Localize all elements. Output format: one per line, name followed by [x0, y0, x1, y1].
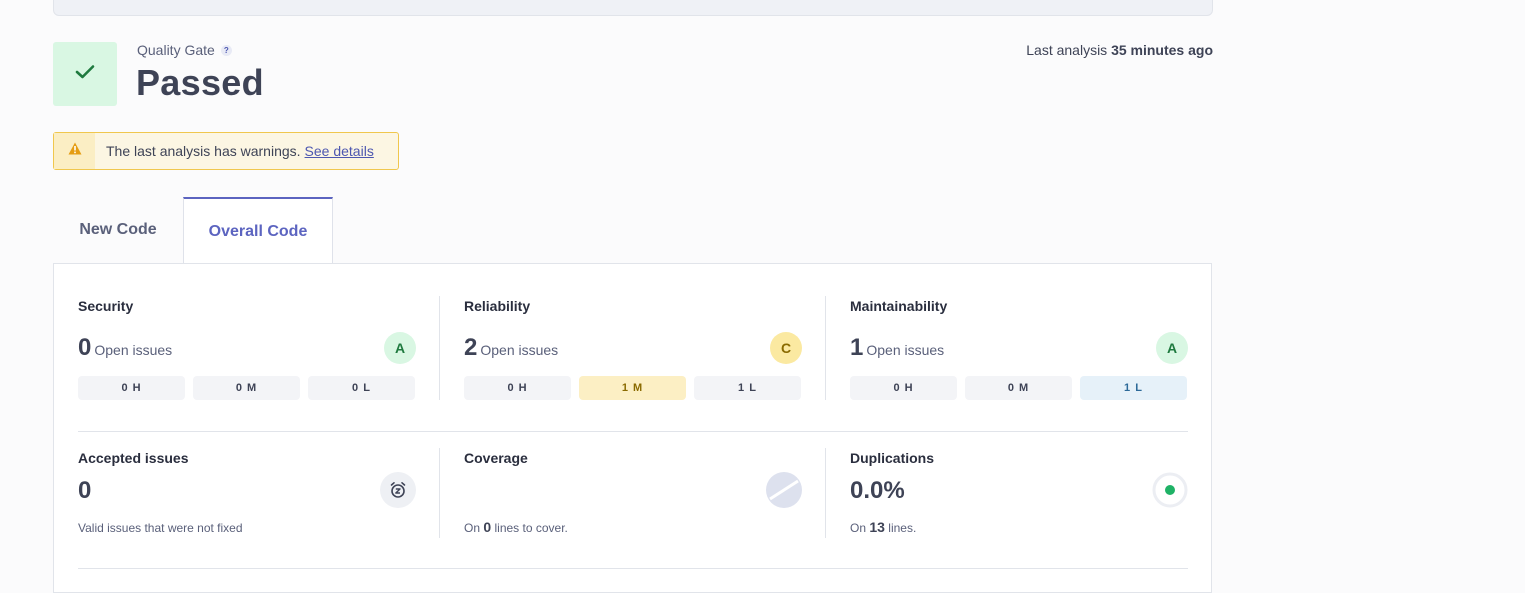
divider [825, 296, 826, 400]
duplications-note: On 13 lines. [850, 519, 916, 535]
reliability-low-chip[interactable]: 1 L [694, 376, 801, 400]
maintainability-rating-badge[interactable]: A [1156, 332, 1188, 364]
duplication-dot-icon [1152, 472, 1188, 508]
maintainability-title: Maintainability [850, 298, 948, 314]
alarm-clock-icon [380, 472, 416, 508]
warning-triangle-icon [68, 142, 82, 160]
reliability-count-label: Open issues [480, 342, 559, 358]
row-divider [78, 568, 1188, 569]
no-coverage-icon [766, 472, 802, 508]
coverage-note: On 0 lines to cover. [464, 519, 568, 535]
security-count-label: Open issues [94, 342, 173, 358]
divider [439, 448, 440, 538]
last-analysis-value: 35 minutes ago [1111, 42, 1213, 58]
quality-gate-label: Quality Gate [137, 42, 215, 58]
last-analysis: Last analysis 35 minutes ago [1026, 42, 1213, 58]
security-title: Security [78, 298, 134, 314]
coverage-note-prefix: On [464, 521, 481, 535]
maintainability-severity-chips: 0 H 0 M 1 L [850, 376, 1187, 400]
accepted-issues-count[interactable]: 0 [78, 477, 91, 505]
security-severity-chips: 0 H 0 M 0 L [78, 376, 415, 400]
warning-icon-container [54, 133, 95, 169]
top-panel-edge [53, 0, 1213, 16]
measures-panel: Security 0 Open issues A 0 H 0 M 0 L Reli… [53, 263, 1212, 593]
maintainability-high-chip[interactable]: 0 H [850, 376, 957, 400]
divider [825, 448, 826, 538]
security-medium-chip[interactable]: 0 M [193, 376, 300, 400]
quality-gate-status: Passed [136, 62, 264, 103]
accepted-issues-title: Accepted issues [78, 450, 189, 466]
warning-message: The last analysis has warnings. See detai… [95, 143, 374, 159]
security-count-row[interactable]: 0 Open issues [78, 334, 172, 362]
duplications-value[interactable]: 0.0% [850, 477, 905, 505]
accepted-issues-note: Valid issues that were not fixed [78, 521, 243, 535]
tab-overall-code[interactable]: Overall Code [183, 197, 333, 264]
checkmark-icon [75, 64, 95, 85]
duplications-note-suffix: lines. [888, 521, 917, 535]
duplications-lines-value[interactable]: 13 [869, 519, 885, 535]
help-icon[interactable]: ? [220, 44, 232, 56]
reliability-count[interactable]: 2 [464, 334, 477, 361]
last-analysis-label: Last analysis [1026, 42, 1108, 58]
security-count[interactable]: 0 [78, 334, 91, 361]
security-high-chip[interactable]: 0 H [78, 376, 185, 400]
reliability-medium-chip[interactable]: 1 M [579, 376, 686, 400]
maintainability-medium-chip[interactable]: 0 M [965, 376, 1072, 400]
maintainability-count-label: Open issues [866, 342, 945, 358]
reliability-severity-chips: 0 H 1 M 1 L [464, 376, 801, 400]
coverage-note-suffix: lines to cover. [494, 521, 568, 535]
reliability-count-row[interactable]: 2 Open issues [464, 334, 558, 362]
analysis-warning-banner: The last analysis has warnings. See detai… [53, 132, 399, 170]
reliability-high-chip[interactable]: 0 H [464, 376, 571, 400]
row-divider [78, 431, 1188, 432]
security-rating-badge[interactable]: A [384, 332, 416, 364]
maintainability-count-row[interactable]: 1 Open issues [850, 334, 944, 362]
reliability-rating-badge[interactable]: C [770, 332, 802, 364]
security-low-chip[interactable]: 0 L [308, 376, 415, 400]
quality-gate-status-box [53, 42, 117, 106]
tab-new-code[interactable]: New Code [53, 197, 183, 263]
warning-text: The last analysis has warnings. [106, 143, 301, 159]
maintainability-low-chip[interactable]: 1 L [1080, 376, 1187, 400]
coverage-title: Coverage [464, 450, 528, 466]
coverage-lines-value[interactable]: 0 [483, 519, 491, 535]
divider [439, 296, 440, 400]
see-details-link[interactable]: See details [305, 143, 374, 159]
quality-gate-label-row: Quality Gate ? [137, 42, 232, 58]
reliability-title: Reliability [464, 298, 531, 314]
duplications-title: Duplications [850, 450, 935, 466]
maintainability-count[interactable]: 1 [850, 334, 863, 361]
duplications-note-prefix: On [850, 521, 867, 535]
